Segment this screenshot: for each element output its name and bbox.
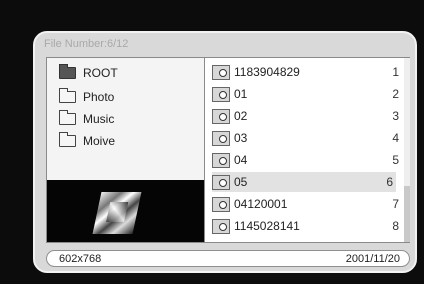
file-row[interactable]: 02 3	[212, 106, 402, 126]
thumbnail-preview	[47, 180, 204, 242]
file-name: 04120001	[234, 197, 288, 211]
photo-file-icon	[212, 218, 230, 234]
file-row[interactable]: 03 4	[212, 128, 402, 148]
folder-moive-label: Moive	[83, 134, 116, 148]
file-index: 6	[386, 175, 393, 189]
file-list: 1183904829 1 01 2 02 3 03 4 04 5 05 6 04…	[205, 58, 411, 242]
photo-file-icon	[212, 152, 230, 168]
folder-music[interactable]: Music	[59, 110, 114, 128]
folder-music-label: Music	[83, 112, 115, 126]
file-name: 01	[234, 87, 248, 101]
file-index: 5	[392, 153, 399, 167]
file-name: 1183904829	[234, 65, 300, 79]
file-row[interactable]: 01 2	[212, 84, 402, 104]
folder-photo-label: Photo	[83, 90, 115, 104]
file-name: 05	[234, 175, 248, 189]
file-index: 1	[392, 65, 399, 79]
file-index: 8	[392, 219, 399, 233]
left-pane: ROOT Photo Music Moive	[47, 58, 205, 242]
file-name: 04	[234, 153, 248, 167]
file-list-scrollbar[interactable]	[404, 58, 410, 242]
file-row-selected[interactable]: 05 6	[212, 172, 396, 192]
file-number-title: File Number:6/12	[44, 38, 129, 50]
file-row[interactable]: 04 5	[212, 150, 402, 170]
file-index: 3	[392, 109, 399, 123]
folder-root-label: ROOT	[83, 66, 118, 80]
file-row[interactable]: 04120001 7	[212, 194, 402, 214]
file-row[interactable]: 1183904829 1	[212, 62, 402, 82]
file-index: 2	[392, 87, 399, 101]
status-bar: 602x768 2001/11/20	[46, 250, 410, 267]
folder-icon	[59, 110, 76, 125]
folder-moive[interactable]: Moive	[59, 132, 115, 150]
folder-list: ROOT Photo Music Moive	[47, 58, 204, 180]
root-folder-icon	[59, 64, 76, 79]
file-name: 03	[234, 131, 248, 145]
file-index: 4	[392, 131, 399, 145]
photo-file-icon	[212, 196, 230, 212]
scrollbar-thumb[interactable]	[404, 58, 410, 186]
file-index: 7	[392, 197, 399, 211]
file-row[interactable]: 1145028141 8	[212, 216, 402, 236]
photo-file-icon	[212, 174, 230, 190]
file-name: 1145028141	[234, 219, 300, 233]
image-resolution: 602x768	[59, 253, 102, 265]
folder-icon	[59, 132, 76, 147]
folder-photo[interactable]: Photo	[59, 88, 114, 106]
photo-file-icon	[212, 130, 230, 146]
image-date: 2001/11/20	[345, 253, 400, 265]
browser-panel: ROOT Photo Music Moive 1183904829 1 01 2…	[46, 57, 410, 243]
photo-file-icon	[212, 108, 230, 124]
folder-root[interactable]: ROOT	[59, 64, 118, 82]
photo-thumbnail	[92, 192, 142, 234]
file-name: 02	[234, 109, 248, 123]
photo-file-icon	[212, 86, 230, 102]
photo-file-icon	[212, 64, 230, 80]
folder-icon	[59, 88, 76, 103]
